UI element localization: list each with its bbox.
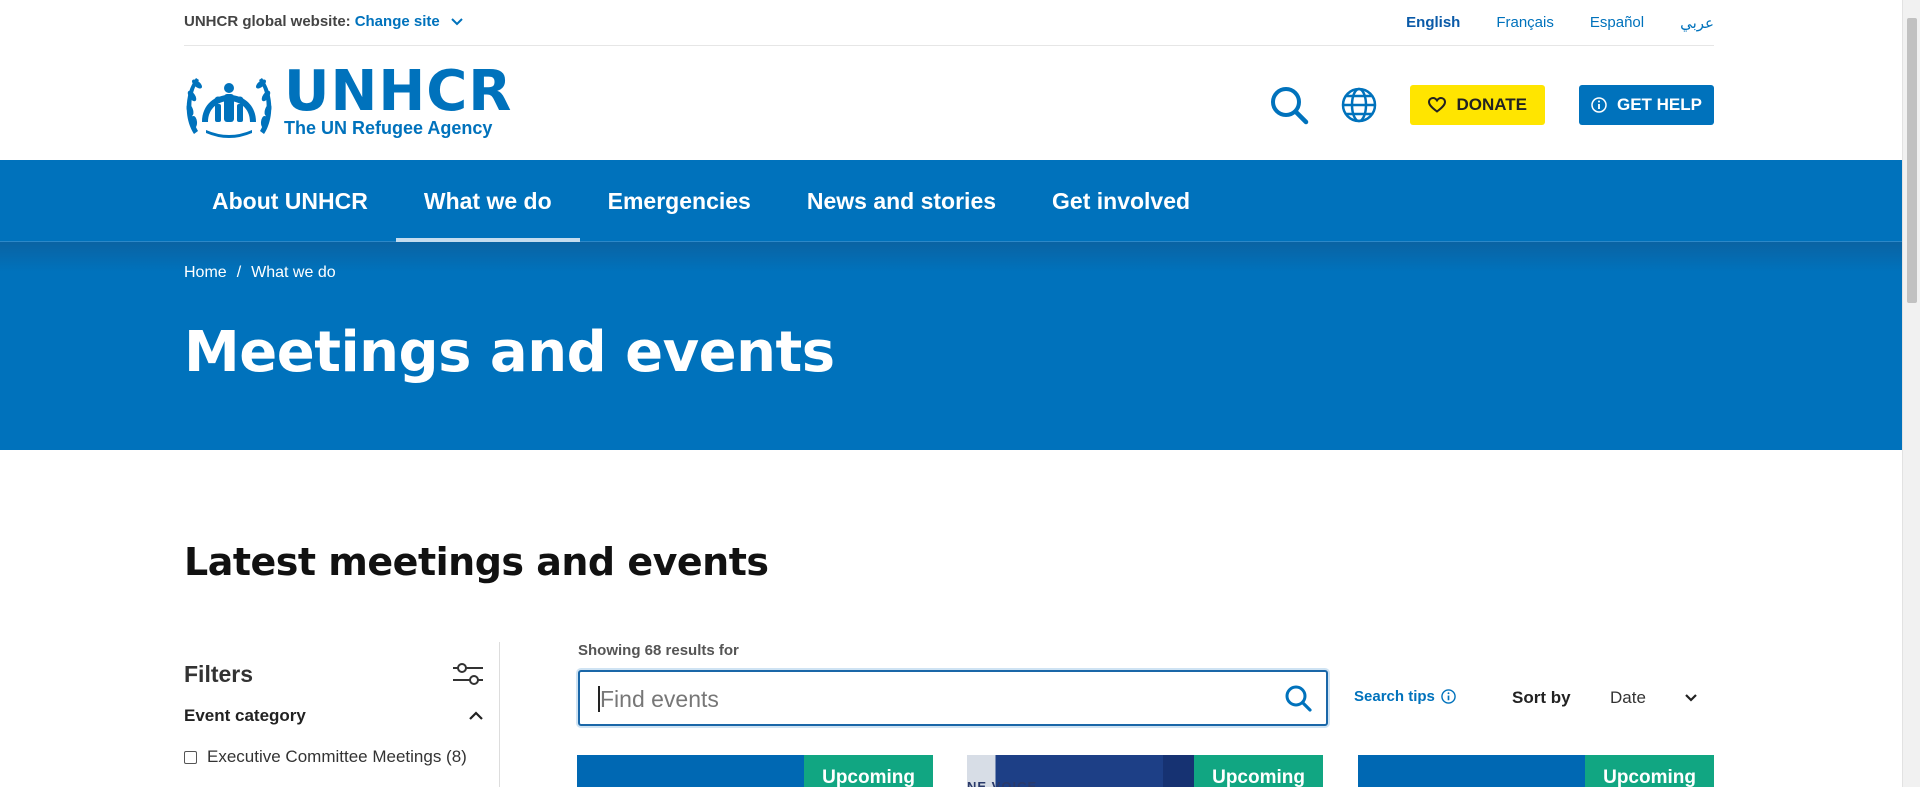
heart-icon bbox=[1428, 97, 1447, 113]
filter-checkbox[interactable] bbox=[184, 750, 197, 764]
event-category-group[interactable]: Event category bbox=[184, 706, 484, 726]
nav-item-what-we-do[interactable]: What we do bbox=[395, 160, 580, 243]
event-search-input[interactable]: Find events bbox=[578, 670, 1328, 726]
logo-title: UNHCR bbox=[284, 59, 513, 124]
lang-english[interactable]: English bbox=[1406, 14, 1460, 32]
upcoming-badge: Upcoming bbox=[804, 755, 933, 787]
nav-item-get-involved[interactable]: Get involved bbox=[1024, 160, 1218, 242]
language-switcher: English Français Español عربي bbox=[1406, 14, 1714, 32]
unhcr-logo[interactable]: UNHCR The UN Refugee Agency bbox=[184, 64, 512, 140]
event-card[interactable]: NE VOICE Upcoming bbox=[967, 755, 1323, 787]
filter-option-executive-committee[interactable]: Executive Committee Meetings (8) bbox=[184, 747, 467, 767]
section-title: Latest meetings and events bbox=[184, 540, 769, 584]
sort-by-label: Sort by bbox=[1512, 688, 1571, 707]
header-search-button[interactable] bbox=[1268, 84, 1310, 126]
lang-arabic[interactable]: عربي bbox=[1680, 14, 1714, 32]
filters-header: Filters bbox=[184, 660, 484, 688]
global-site-switcher: UNHCR global website: Change site bbox=[184, 13, 464, 30]
breadcrumb: Home / What we do bbox=[184, 264, 336, 282]
change-site-link[interactable]: Change site bbox=[355, 13, 440, 30]
hero-banner: Home / What we do Meetings and events bbox=[0, 242, 1902, 450]
donate-button[interactable]: DONATE bbox=[1410, 85, 1545, 125]
utility-bar: UNHCR global website: Change site Englis… bbox=[0, 0, 1902, 46]
nav-item-about[interactable]: About UNHCR bbox=[184, 160, 396, 242]
filters-panel: Filters Event category Executive Committ… bbox=[184, 642, 500, 787]
upcoming-badge: Upcoming bbox=[1194, 755, 1323, 787]
page: UNHCR global website: Change site Englis… bbox=[0, 0, 1902, 787]
header-actions: DONATE GET HELP bbox=[1268, 84, 1714, 126]
main-navigation: About UNHCR What we do Emergencies News … bbox=[0, 160, 1902, 243]
chevron-down-icon[interactable] bbox=[450, 15, 464, 29]
search-placeholder: Find events bbox=[600, 686, 719, 712]
logo-text: UNHCR The UN Refugee Agency bbox=[284, 59, 513, 139]
event-card[interactable]: Upcoming bbox=[577, 755, 933, 787]
upcoming-badge: Upcoming bbox=[1585, 755, 1714, 787]
filters-title: Filters bbox=[184, 660, 254, 687]
filter-option-label: Executive Committee Meetings (8) bbox=[207, 747, 467, 766]
scrollbar-thumb[interactable] bbox=[1907, 18, 1917, 303]
results-count: Showing 68 results for bbox=[578, 642, 739, 659]
lang-french[interactable]: Français bbox=[1496, 14, 1554, 32]
unhcr-emblem-icon bbox=[186, 78, 272, 138]
get-help-label: GET HELP bbox=[1616, 95, 1702, 114]
nav-item-news[interactable]: News and stories bbox=[779, 160, 1024, 242]
chevron-down-icon bbox=[1685, 694, 1697, 702]
sort-value: Date bbox=[1610, 688, 1646, 707]
breadcrumb-current[interactable]: What we do bbox=[251, 264, 335, 282]
page-title: Meetings and events bbox=[184, 320, 835, 385]
event-card-image-text: NE VOICE bbox=[967, 779, 1038, 787]
search-tips-link[interactable]: Search tips bbox=[1354, 688, 1456, 705]
donate-label: DONATE bbox=[1456, 95, 1527, 114]
page-scrollbar[interactable] bbox=[1902, 0, 1920, 787]
nav-item-emergencies[interactable]: Emergencies bbox=[580, 160, 779, 242]
search-icon bbox=[1271, 87, 1309, 125]
global-site-label: UNHCR global website: bbox=[184, 13, 351, 30]
logo-subtitle: The UN Refugee Agency bbox=[284, 118, 493, 138]
lang-spanish[interactable]: Español bbox=[1590, 14, 1644, 32]
sort-select[interactable]: Date bbox=[1598, 682, 1708, 714]
filter-sliders-icon[interactable] bbox=[452, 660, 484, 688]
site-header: UNHCR The UN Refugee Agency DONATE GET H… bbox=[0, 46, 1902, 160]
search-icon[interactable] bbox=[1284, 684, 1312, 712]
breadcrumb-home[interactable]: Home bbox=[184, 264, 227, 282]
info-icon bbox=[1441, 689, 1456, 704]
info-icon bbox=[1591, 97, 1607, 113]
get-help-button[interactable]: GET HELP bbox=[1578, 85, 1714, 125]
search-tips-label: Search tips bbox=[1354, 688, 1435, 705]
language-globe-button[interactable] bbox=[1338, 84, 1380, 126]
event-card[interactable]: Upcoming bbox=[1358, 755, 1714, 787]
breadcrumb-separator: / bbox=[236, 264, 242, 281]
event-category-title: Event category bbox=[184, 706, 306, 725]
chevron-up-icon[interactable] bbox=[468, 710, 484, 722]
globe-icon bbox=[1342, 87, 1377, 123]
